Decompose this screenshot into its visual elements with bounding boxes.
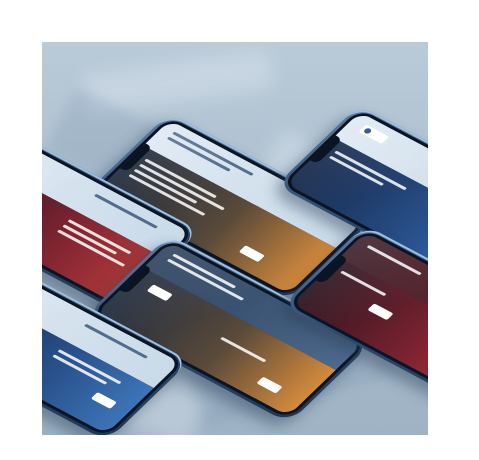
cta-button-shape (367, 303, 394, 321)
cta-button-shape (90, 392, 117, 410)
text-line (219, 336, 267, 363)
cta-button-shape (256, 376, 283, 394)
text-line (56, 229, 126, 268)
product-mockup-scene (42, 42, 428, 435)
text-line (133, 168, 198, 205)
cta-button-shape (238, 245, 265, 263)
page (0, 0, 479, 460)
cta-button-shape (146, 284, 173, 302)
brand-logo-icon (358, 124, 390, 144)
